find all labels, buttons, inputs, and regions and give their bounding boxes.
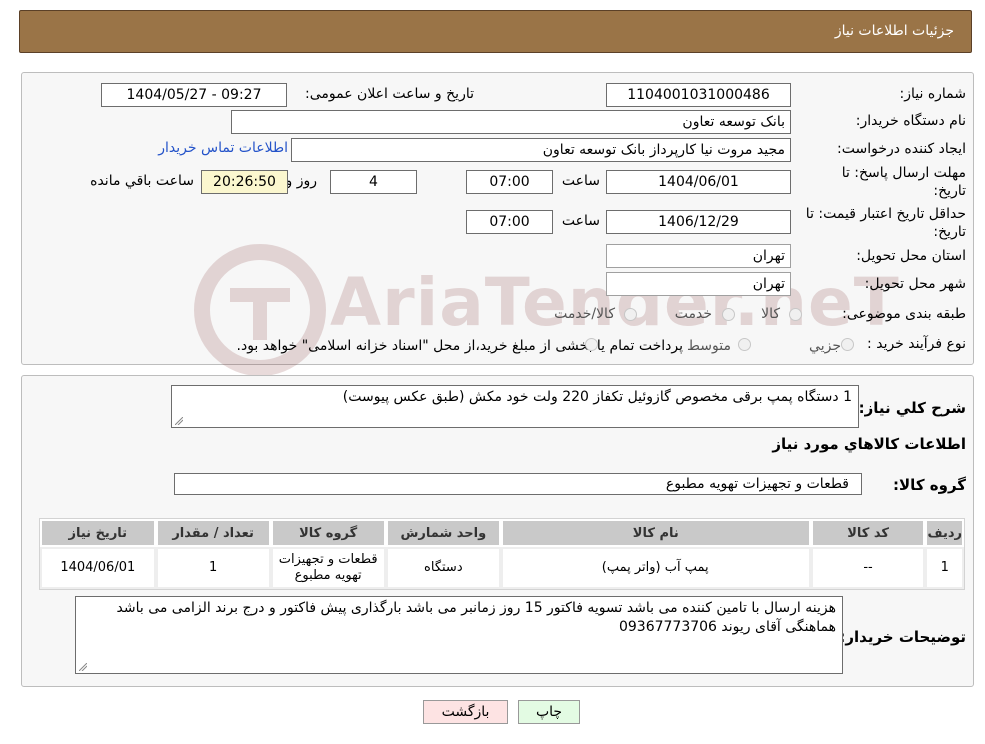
description-label: شرح کلي نیاز: [858, 399, 966, 417]
process-radio-minor[interactable] [841, 338, 854, 351]
back-button[interactable]: بازگشت [423, 700, 508, 724]
remaining-time-field: 20:26:50 [201, 170, 288, 194]
goods-table: ردیف کد کالا نام کالا واحد شمارش گروه کا… [39, 518, 965, 590]
goods-info-heading: اطلاعات کالاهاي مورد نیاز [772, 435, 966, 453]
buyer-name-label: نام دستگاه خریدار: [855, 113, 966, 129]
reply-deadline-label: مهلت ارسال پاسخ: تا [841, 165, 966, 181]
process-option-minor: جزیي [809, 338, 841, 354]
cell-goods-name: پمپ آب (واتر پمپ) [500, 547, 811, 589]
city-label: شهر محل تحویل: [864, 276, 966, 292]
process-note: پرداخت تمام یا بخشی از مبلغ خرید،از محل … [236, 338, 683, 354]
cell-goods-code: -- [810, 547, 926, 589]
province-field: تهران [606, 244, 791, 268]
cell-row-number: 1 [925, 547, 964, 589]
cell-unit: دستگاه [385, 547, 501, 589]
page-header: جزئیات اطلاعات نیاز [19, 10, 972, 53]
price-validity-label-2: تاریخ: [933, 224, 966, 240]
category-option-goods: کالا [761, 306, 780, 322]
days-label: روز و [285, 173, 318, 189]
cell-quantity: 1 [155, 547, 271, 589]
process-option-medium: متوسط [687, 338, 731, 354]
category-radio-goods-service[interactable] [624, 308, 637, 321]
process-radio-medium[interactable] [738, 338, 751, 351]
col-need-date: تاریخ نیاز [40, 519, 156, 547]
cell-goods-group: قطعات و تجهیزات تهویه مطبوع [270, 547, 386, 589]
city-field: تهران [606, 272, 791, 296]
goods-group-field: قطعات و تجهیزات تهویه مطبوع [174, 473, 862, 495]
validity-time-field: 07:00 [466, 210, 553, 234]
resize-handle-icon[interactable] [175, 417, 183, 425]
category-radio-service[interactable] [722, 308, 735, 321]
buyer-contact-link[interactable]: اطلاعات تماس خریدار [158, 140, 288, 156]
announce-datetime-field: 1404/05/27 - 09:27 [101, 83, 287, 107]
col-row-number: ردیف [925, 519, 964, 547]
announce-datetime-label: تاریخ و ساعت اعلان عمومی: [305, 86, 474, 102]
cell-need-date: 1404/06/01 [40, 547, 156, 589]
category-option-service: خدمت [674, 306, 712, 322]
col-goods-name: نام کالا [500, 519, 811, 547]
process-type-label: نوع فرآیند خرید : [867, 336, 966, 352]
resize-handle-icon[interactable] [79, 663, 87, 671]
validity-date-field: 1406/12/29 [606, 210, 791, 234]
col-unit: واحد شمارش [385, 519, 501, 547]
goods-group-label: گروه کالا: [893, 476, 966, 494]
buyer-notes-line-2: هماهنگی آقای ریوند 09367773706 [618, 619, 836, 635]
page-title: جزئیات اطلاعات نیاز [834, 23, 954, 39]
reply-time-field: 07:00 [466, 170, 553, 194]
remaining-label: ساعت باقي مانده [90, 173, 194, 189]
reply-days-field: 4 [330, 170, 417, 194]
col-quantity: تعداد / مقدار [155, 519, 271, 547]
description-textarea[interactable]: 1 دستگاه پمپ برقی مخصوص گازوئیل تکفاز 22… [171, 385, 859, 428]
description-text: 1 دستگاه پمپ برقی مخصوص گازوئیل تکفاز 22… [342, 389, 852, 405]
category-option-goods-service: کالا/خدمت [554, 306, 615, 322]
requester-label: ایجاد کننده درخواست: [837, 141, 966, 157]
buyer-notes-textarea[interactable]: هزینه ارسال با تامین کننده می باشد تسویه… [75, 596, 843, 674]
buyer-notes-line-1: هزینه ارسال با تامین کننده می باشد تسویه… [116, 600, 837, 616]
price-validity-label: حداقل تاریخ اعتبار قیمت: تا [805, 206, 966, 222]
validity-hour-label: ساعت [561, 213, 600, 229]
need-number-label: شماره نیاز: [899, 86, 967, 102]
col-goods-group: گروه کالا [270, 519, 386, 547]
reply-hour-label: ساعت [561, 173, 600, 189]
col-goods-code: کد کالا [810, 519, 926, 547]
buyer-notes-label: توضیحات خریدار: [839, 628, 966, 646]
reply-deadline-label-2: تاریخ: [933, 183, 966, 199]
category-label: طبقه بندی موضوعی: [842, 306, 966, 322]
goods-table-header: ردیف کد کالا نام کالا واحد شمارش گروه کا… [40, 519, 964, 547]
reply-date-field: 1404/06/01 [606, 170, 791, 194]
process-note-radio[interactable] [585, 338, 598, 351]
print-button[interactable]: چاپ [518, 700, 580, 724]
requester-field: مجید مروت نیا کارپرداز بانک توسعه تعاون [291, 138, 791, 162]
need-number-field: 1104001031000486 [606, 83, 791, 107]
category-radio-goods[interactable] [789, 308, 802, 321]
province-label: استان محل تحویل: [856, 248, 966, 264]
table-row: 1 -- پمپ آب (واتر پمپ) دستگاه قطعات و تج… [40, 547, 964, 589]
buyer-name-field: بانک توسعه تعاون [231, 110, 791, 134]
